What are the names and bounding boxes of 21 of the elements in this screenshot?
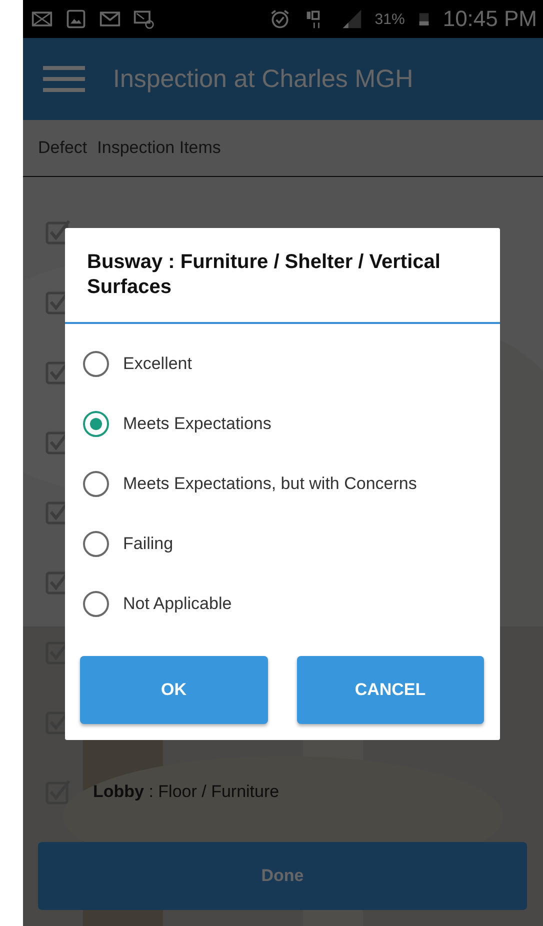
- radio-selected-icon[interactable]: [83, 411, 109, 437]
- signal-icon: [340, 8, 363, 30]
- column-header: Defect: [38, 138, 88, 158]
- radio-icon[interactable]: [83, 531, 109, 557]
- radio-icon[interactable]: [83, 471, 109, 497]
- alarm-icon: [268, 8, 291, 30]
- radio-option[interactable]: Meets Expectations: [65, 394, 500, 454]
- column-header: Inspection Items: [97, 138, 221, 158]
- radio-option[interactable]: Not Applicable: [65, 574, 500, 634]
- radio-option[interactable]: Failing: [65, 514, 500, 574]
- radio-icon[interactable]: [83, 351, 109, 377]
- radio-icon[interactable]: [83, 591, 109, 617]
- inspection-item: Lobby : Floor / Furniture: [93, 782, 280, 802]
- radio-option[interactable]: Meets Expectations, but with Concerns: [65, 454, 500, 514]
- message-icon: [133, 8, 155, 30]
- dialog-title: Busway : Furniture / Shelter / Vertical Surfaces: [65, 228, 500, 324]
- clock: 10:45 PM: [442, 6, 537, 32]
- image-icon: [65, 8, 87, 30]
- app-title: Inspection at Charles MGH: [113, 64, 414, 94]
- battery-percent: 31%: [374, 10, 405, 28]
- radio-option[interactable]: Excellent: [65, 334, 500, 394]
